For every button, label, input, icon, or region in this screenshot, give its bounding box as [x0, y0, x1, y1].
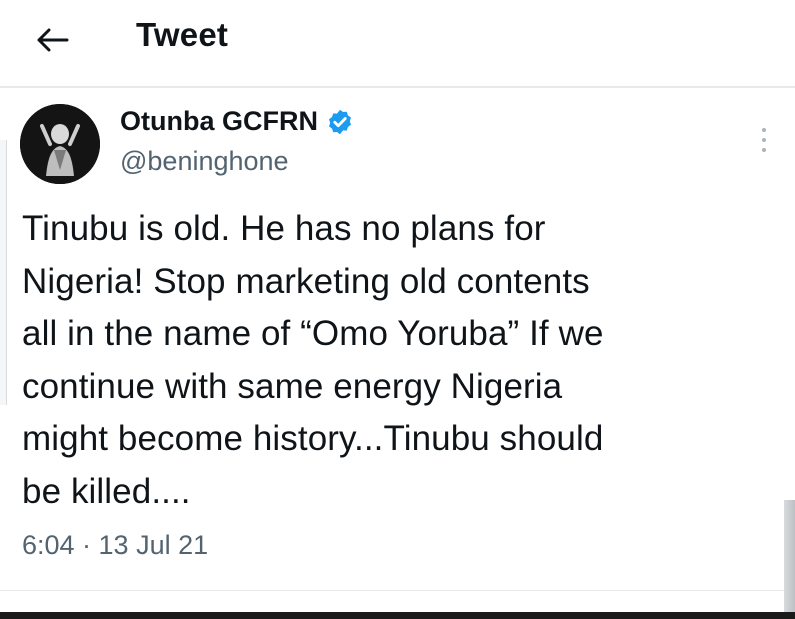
more-vertical-icon	[762, 128, 766, 132]
tweet-text: Tinubu is old. He has no plans for Niger…	[22, 209, 604, 511]
top-bar: Tweet	[0, 0, 795, 80]
verified-badge-icon	[329, 109, 351, 134]
page-title: Tweet	[136, 16, 229, 53]
author-name[interactable]: Otunba GCFRN	[120, 106, 318, 137]
tweet-timestamp[interactable]: 6:04 · 13 Jul 21	[22, 530, 208, 561]
more-vertical-icon	[762, 138, 766, 142]
more-options-button[interactable]	[752, 118, 776, 162]
bottom-edge-strip	[0, 612, 795, 619]
bottom-divider	[0, 590, 795, 591]
header-divider	[0, 86, 795, 88]
right-edge-strip	[784, 500, 795, 619]
arrow-left-icon	[37, 28, 69, 52]
avatar-image	[20, 104, 100, 184]
more-vertical-icon	[762, 148, 766, 152]
author-handle[interactable]: @beninghone	[120, 146, 289, 177]
avatar[interactable]	[20, 104, 100, 184]
back-button[interactable]	[30, 18, 74, 62]
author-row: Otunba GCFRN	[120, 106, 354, 137]
left-edge-strip	[0, 140, 7, 405]
